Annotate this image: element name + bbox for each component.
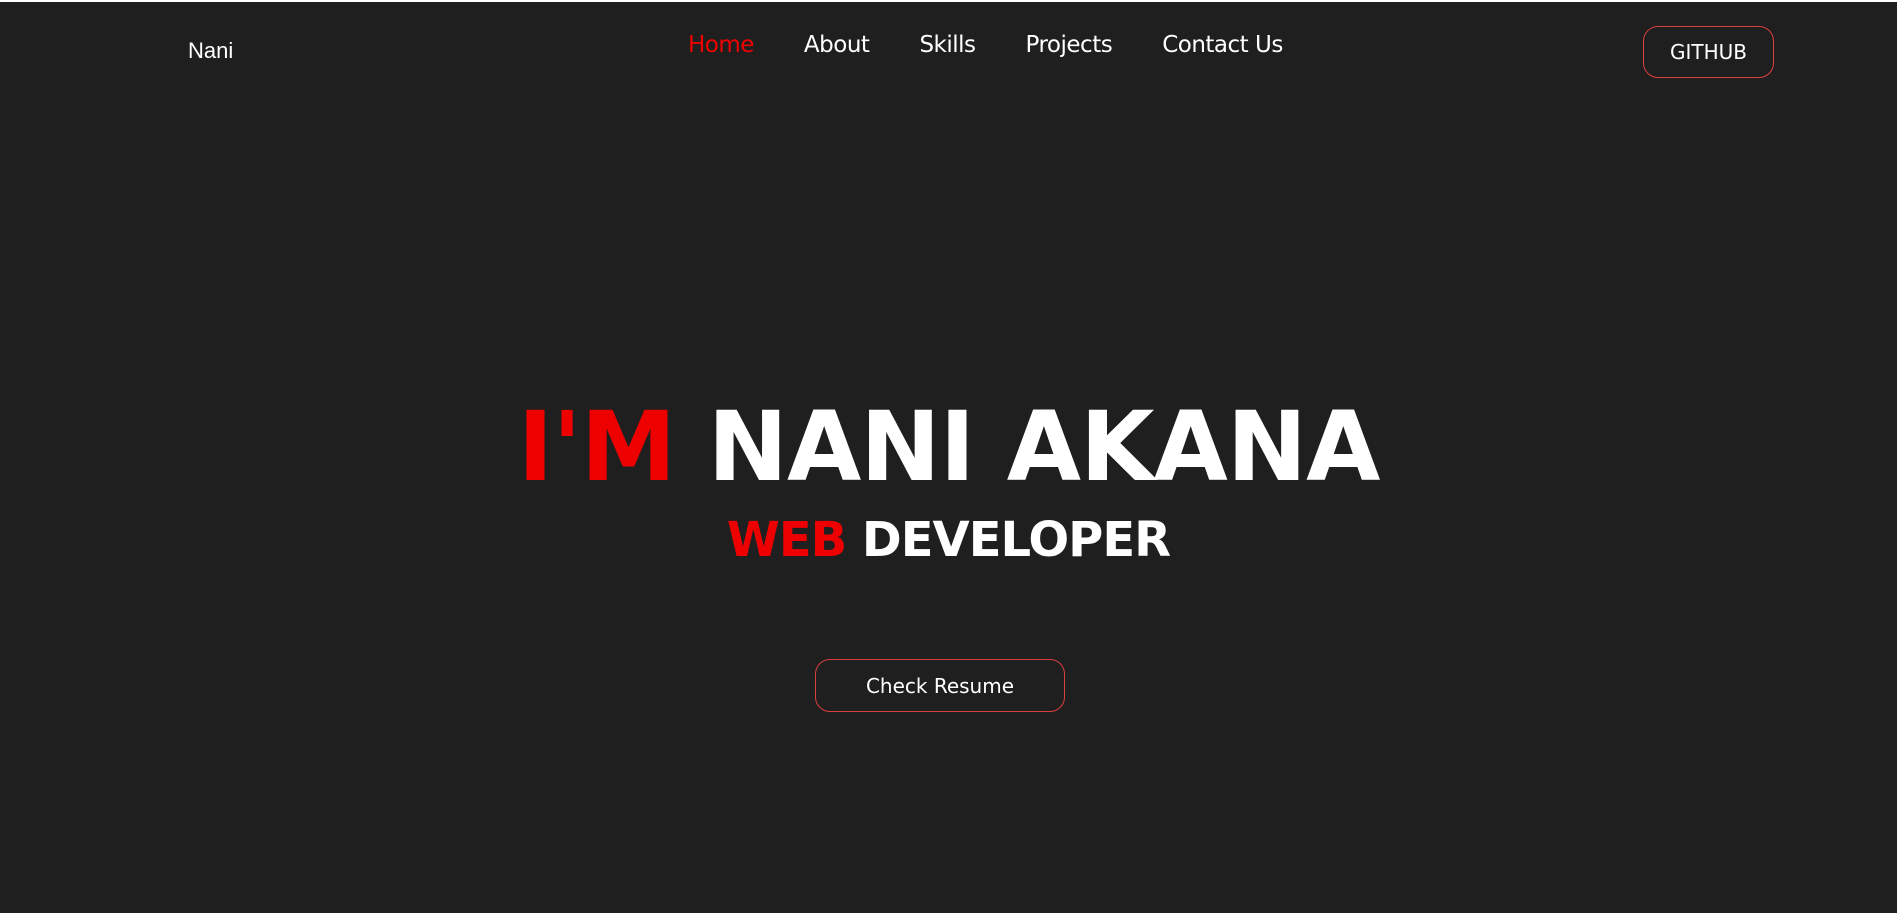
- hero-title-accent: I'M: [517, 391, 677, 503]
- hero-subtitle: WEB DEVELOPER: [0, 508, 1897, 572]
- check-resume-button[interactable]: Check Resume: [815, 659, 1065, 712]
- main-nav: Home About Skills Projects Contact Us: [688, 32, 1283, 58]
- logo-link[interactable]: Nani: [188, 38, 233, 64]
- nav-contact[interactable]: Contact Us: [1162, 32, 1283, 58]
- github-button[interactable]: GITHUB: [1643, 26, 1774, 78]
- nav-skills[interactable]: Skills: [919, 32, 976, 58]
- nav-projects[interactable]: Projects: [1026, 32, 1113, 58]
- nav-home[interactable]: Home: [688, 32, 754, 58]
- hero-subtitle-role: DEVELOPER: [861, 512, 1171, 568]
- hero-subtitle-accent: WEB: [726, 512, 847, 568]
- hero-title-name: NANI AKANA: [707, 391, 1381, 503]
- page-background: Nani Home About Skills Projects Contact …: [0, 2, 1897, 913]
- nav-about[interactable]: About: [804, 32, 870, 58]
- hero-title: I'M NANI AKANA: [0, 390, 1897, 504]
